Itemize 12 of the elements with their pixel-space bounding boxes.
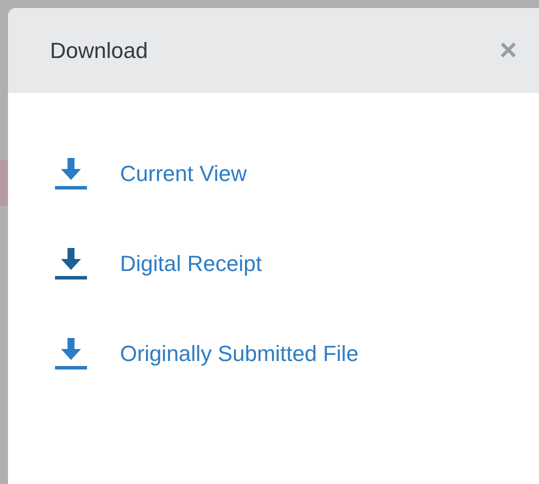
download-link[interactable]: Current View — [54, 157, 247, 191]
download-icon — [54, 337, 88, 371]
download-icon — [54, 247, 88, 281]
download-label: Current View — [120, 161, 247, 187]
highlight-band — [0, 160, 8, 206]
download-link[interactable]: Originally Submitted File — [54, 337, 358, 371]
download-icon — [54, 157, 88, 191]
dialog-title: Download — [50, 38, 148, 64]
close-button[interactable]: × — [495, 36, 521, 66]
download-label: Originally Submitted File — [120, 341, 358, 367]
download-label: Digital Receipt — [120, 251, 262, 277]
download-link[interactable]: Digital Receipt — [54, 247, 262, 281]
